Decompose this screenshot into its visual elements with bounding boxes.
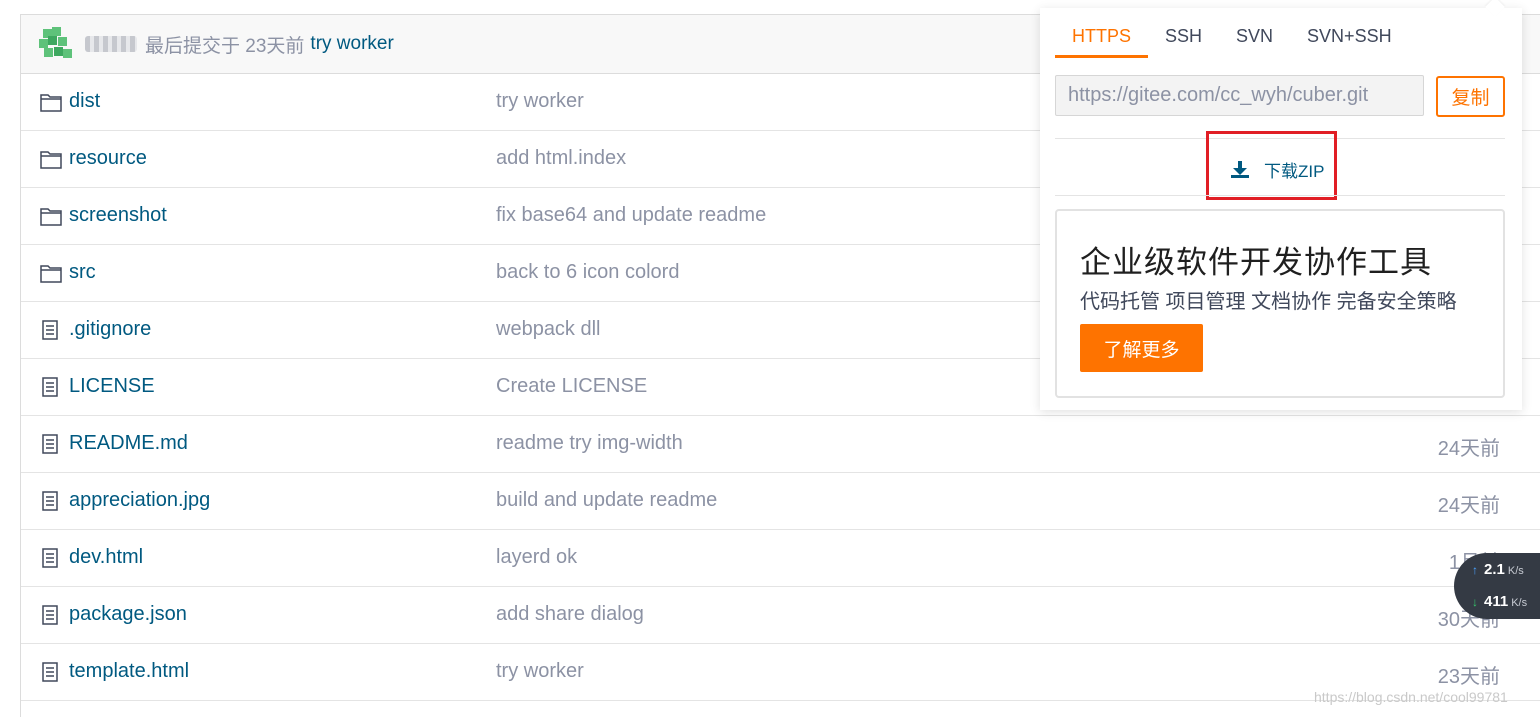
tab-ssh[interactable]: SSH	[1148, 8, 1219, 58]
file-commit-message[interactable]: build and update readme	[496, 489, 717, 512]
download-unit: K/s	[1511, 597, 1528, 609]
promo-card: 企业级软件开发协作工具 代码托管 项目管理 文档协作 完备安全策略 了解更多	[1055, 209, 1505, 398]
learn-more-button[interactable]: 了解更多	[1080, 324, 1203, 372]
file-commit-message[interactable]: Create LICENSE	[496, 375, 647, 398]
file-commit-message[interactable]: add share dialog	[496, 603, 644, 626]
file-icon	[40, 548, 62, 568]
folder-icon	[40, 92, 62, 112]
table-row[interactable]: appreciation.jpg build and update readme 2…	[21, 473, 1540, 530]
file-name-link[interactable]: .gitignore	[69, 318, 151, 341]
upload-unit: K/s	[1507, 565, 1524, 577]
upload-speed: 2.1	[1484, 561, 1505, 578]
file-commit-time: 24天前	[1437, 438, 1500, 460]
upload-arrow-icon: ↑	[1472, 563, 1478, 577]
file-icon	[40, 605, 62, 625]
file-icon	[40, 434, 62, 454]
file-icon	[40, 377, 62, 397]
file-name-link[interactable]: resource	[69, 147, 147, 170]
file-commit-time: 23天前	[1437, 666, 1500, 688]
author-name-blurred[interactable]	[85, 36, 137, 52]
clone-dropdown: HTTPSSSHSVNSVN+SSH 复制 下载ZIP 企业级软件开发协作工具 …	[1040, 8, 1522, 410]
file-commit-message[interactable]: back to 6 icon colord	[496, 261, 679, 284]
file-name-link[interactable]: screenshot	[69, 204, 167, 227]
file-name-link[interactable]: src	[69, 261, 96, 284]
promo-subtitle: 代码托管 项目管理 文档协作 完备安全策略	[1080, 291, 1457, 313]
tab-https[interactable]: HTTPS	[1055, 8, 1149, 58]
file-icon	[40, 320, 62, 340]
file-commit-message[interactable]: try worker	[496, 90, 584, 113]
network-speed-widget[interactable]: ↑ 2.1 K/s ↓ 411 K/s	[1454, 553, 1540, 619]
file-commit-message[interactable]: add html.index	[496, 147, 626, 170]
highlight-annotation-box	[1206, 131, 1337, 200]
file-commit-message[interactable]: try worker	[496, 660, 584, 683]
file-name-link[interactable]: dev.html	[69, 546, 143, 569]
tab-svn-ssh[interactable]: SVN+SSH	[1290, 8, 1409, 58]
download-speed: 411	[1484, 593, 1509, 610]
avatar[interactable]	[39, 27, 73, 61]
download-arrow-icon: ↓	[1472, 595, 1478, 609]
folder-icon	[40, 263, 62, 283]
commit-meta: 最后提交于 23天前	[145, 35, 305, 57]
file-name-link[interactable]: package.json	[69, 603, 187, 626]
file-commit-message[interactable]: readme try img-width	[496, 432, 683, 455]
file-icon	[40, 662, 62, 682]
file-commit-message[interactable]: layerd ok	[496, 546, 577, 569]
file-commit-time: 24天前	[1437, 495, 1500, 517]
clone-protocol-tabs: HTTPS SSH SVN SVN+SSH	[1055, 8, 1409, 58]
table-row[interactable]: README.md readme try img-width 24天前	[21, 416, 1540, 473]
file-name-link[interactable]: dist	[69, 90, 100, 113]
file-name-link[interactable]: LICENSE	[69, 375, 155, 398]
folder-icon	[40, 149, 62, 169]
table-row[interactable]: dev.htmllayerd ok1月前	[21, 530, 1540, 587]
tab-svn[interactable]: SVN	[1219, 8, 1290, 58]
file-commit-message[interactable]: fix base64 and update readme	[496, 204, 766, 227]
table-row[interactable]: package.json add share dialog 30天前	[21, 587, 1540, 644]
folder-icon	[40, 206, 62, 226]
file-name-link[interactable]: README.md	[69, 432, 188, 455]
file-icon	[40, 491, 62, 511]
divider	[1055, 195, 1505, 196]
file-name-link[interactable]: appreciation.jpg	[69, 489, 210, 512]
watermark: https://blog.csdn.net/cool99781	[1314, 689, 1508, 705]
clone-url-input[interactable]	[1055, 75, 1424, 116]
file-commit-message[interactable]: webpack dll	[496, 318, 601, 341]
file-name-link[interactable]: template.html	[69, 660, 189, 683]
copy-button[interactable]: 复制	[1436, 76, 1505, 117]
table-row[interactable]: template.html try worker 23天前	[21, 644, 1540, 701]
commit-message-link[interactable]: try worker	[310, 33, 393, 55]
promo-title: 企业级软件开发协作工具	[1080, 245, 1432, 280]
